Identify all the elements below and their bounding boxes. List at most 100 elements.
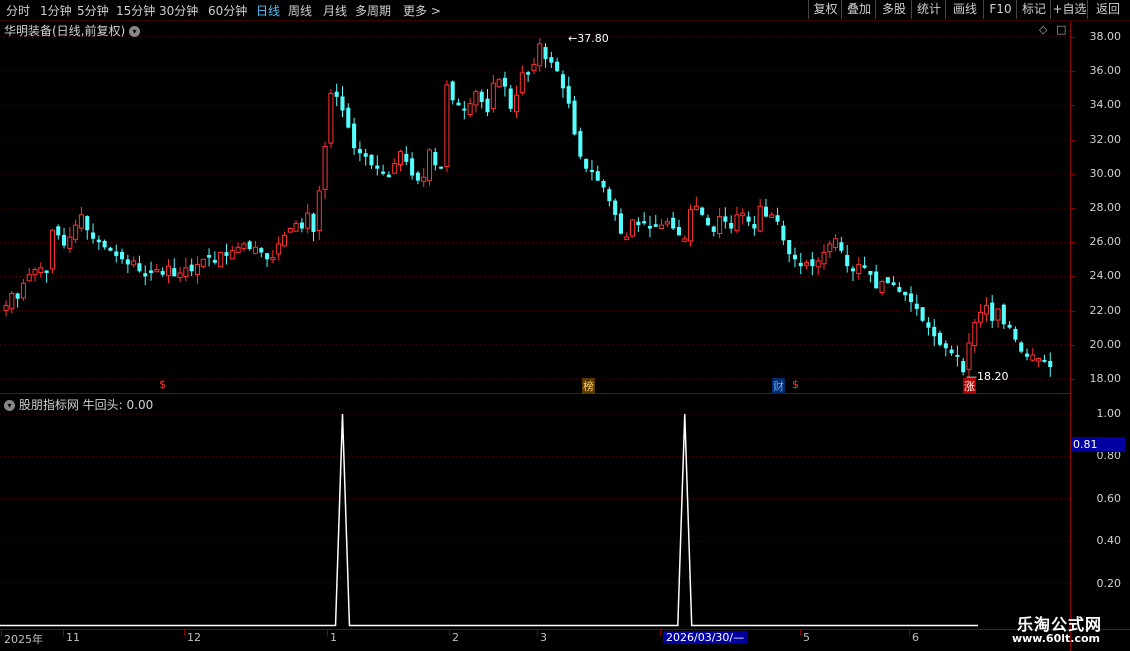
candle bbox=[433, 147, 438, 171]
candle bbox=[322, 141, 328, 200]
candle bbox=[160, 267, 165, 277]
toolbar-button[interactable]: 复权 bbox=[808, 0, 842, 19]
candle-body bbox=[990, 302, 995, 321]
event-mark[interactable]: $ bbox=[792, 378, 799, 391]
period-tab[interactable]: 周线 bbox=[288, 2, 312, 19]
period-tab[interactable]: 60分钟 bbox=[208, 2, 247, 19]
price-tick: 18.00 bbox=[1089, 372, 1122, 385]
candle-body bbox=[154, 269, 160, 273]
candle-body bbox=[630, 219, 636, 237]
indicator-chart[interactable] bbox=[0, 394, 1070, 629]
candle bbox=[1007, 320, 1012, 330]
event-mark[interactable]: $ bbox=[159, 378, 166, 391]
candle-body bbox=[682, 238, 688, 242]
toolbar-button[interactable]: 统计 bbox=[911, 0, 946, 19]
candlestick-chart[interactable] bbox=[0, 21, 1070, 393]
candle-body bbox=[456, 102, 461, 106]
candle bbox=[397, 149, 404, 172]
candle bbox=[519, 65, 525, 96]
candle bbox=[926, 317, 931, 336]
candle-body bbox=[381, 171, 386, 174]
candle-body bbox=[334, 91, 339, 97]
candle-body bbox=[421, 176, 427, 182]
event-mark[interactable]: 榜 bbox=[582, 378, 595, 394]
toolbar-button[interactable]: 画线 bbox=[945, 0, 984, 19]
candle-body bbox=[276, 243, 282, 255]
toolbar-button[interactable]: 叠加 bbox=[841, 0, 876, 19]
candle bbox=[566, 76, 571, 109]
toolbar-button[interactable]: 标记 bbox=[1016, 0, 1051, 19]
candle-body bbox=[729, 222, 734, 229]
candle bbox=[1030, 348, 1036, 362]
candle-body bbox=[20, 282, 26, 299]
candle-body bbox=[584, 158, 589, 169]
candle bbox=[194, 256, 200, 284]
tick-mark bbox=[1071, 379, 1075, 380]
tick-mark bbox=[1071, 242, 1075, 244]
candle bbox=[299, 218, 304, 233]
candle-body bbox=[96, 239, 101, 243]
period-tab[interactable]: 日线 bbox=[256, 2, 280, 19]
candle-body bbox=[700, 207, 705, 215]
indicator-tick: 0.60 bbox=[1096, 491, 1122, 505]
candle-body bbox=[194, 263, 200, 275]
candle-body bbox=[543, 47, 548, 60]
candle-body bbox=[1042, 359, 1047, 362]
toolbar-button[interactable]: +自选 bbox=[1050, 0, 1088, 19]
candle-body bbox=[693, 205, 699, 210]
candle bbox=[496, 77, 502, 89]
candle-body bbox=[78, 214, 84, 229]
candle bbox=[102, 239, 107, 250]
date-label: 2 bbox=[452, 631, 459, 644]
tick-mark bbox=[660, 630, 661, 636]
candle bbox=[862, 256, 867, 269]
candle bbox=[1036, 357, 1042, 368]
toolbar-button[interactable]: 返回 bbox=[1087, 0, 1128, 19]
candle bbox=[543, 43, 548, 68]
candle-body bbox=[589, 169, 594, 173]
candle bbox=[584, 158, 589, 173]
candle bbox=[485, 88, 490, 117]
candle-body bbox=[653, 224, 658, 227]
candle bbox=[804, 259, 810, 270]
period-tab[interactable]: 15分钟 bbox=[116, 2, 155, 19]
candle-body bbox=[26, 274, 32, 282]
candle bbox=[659, 218, 665, 230]
candle bbox=[1042, 354, 1047, 363]
period-tab[interactable]: 1分钟 bbox=[40, 2, 72, 19]
event-mark[interactable]: 财 bbox=[772, 378, 785, 394]
period-tab[interactable]: 5分钟 bbox=[77, 2, 109, 19]
candle bbox=[32, 267, 38, 282]
candle bbox=[555, 57, 560, 73]
period-tab[interactable]: 更多 > bbox=[403, 2, 441, 19]
candle bbox=[38, 262, 44, 278]
candle-body bbox=[775, 215, 780, 222]
price-tick: 28.00 bbox=[1089, 201, 1122, 214]
candle-body bbox=[763, 206, 769, 217]
candle bbox=[705, 214, 710, 227]
period-tab[interactable]: 30分钟 bbox=[159, 2, 198, 19]
period-tab[interactable]: 月线 bbox=[323, 2, 347, 19]
tick-mark bbox=[909, 630, 910, 636]
candle bbox=[729, 215, 734, 234]
period-tab[interactable]: 多周期 bbox=[355, 2, 391, 19]
candle bbox=[647, 215, 652, 238]
candle bbox=[212, 251, 217, 265]
toolbar-button[interactable]: 多股 bbox=[875, 0, 912, 19]
candle-body bbox=[386, 174, 391, 178]
candle-body bbox=[346, 107, 351, 128]
candle bbox=[346, 103, 351, 129]
candle bbox=[172, 258, 177, 277]
candle-body bbox=[757, 205, 763, 232]
tick-mark bbox=[537, 630, 538, 636]
candle-body bbox=[328, 92, 334, 144]
candle-body bbox=[746, 216, 751, 222]
candle-body bbox=[827, 243, 833, 253]
period-tab[interactable]: 分时 bbox=[6, 2, 30, 19]
candle-body bbox=[537, 43, 543, 67]
tick-mark bbox=[1071, 276, 1075, 278]
toolbar-button[interactable]: F10 bbox=[983, 0, 1017, 19]
candle bbox=[897, 282, 902, 293]
candle-body bbox=[995, 308, 1001, 321]
candle bbox=[676, 219, 681, 236]
